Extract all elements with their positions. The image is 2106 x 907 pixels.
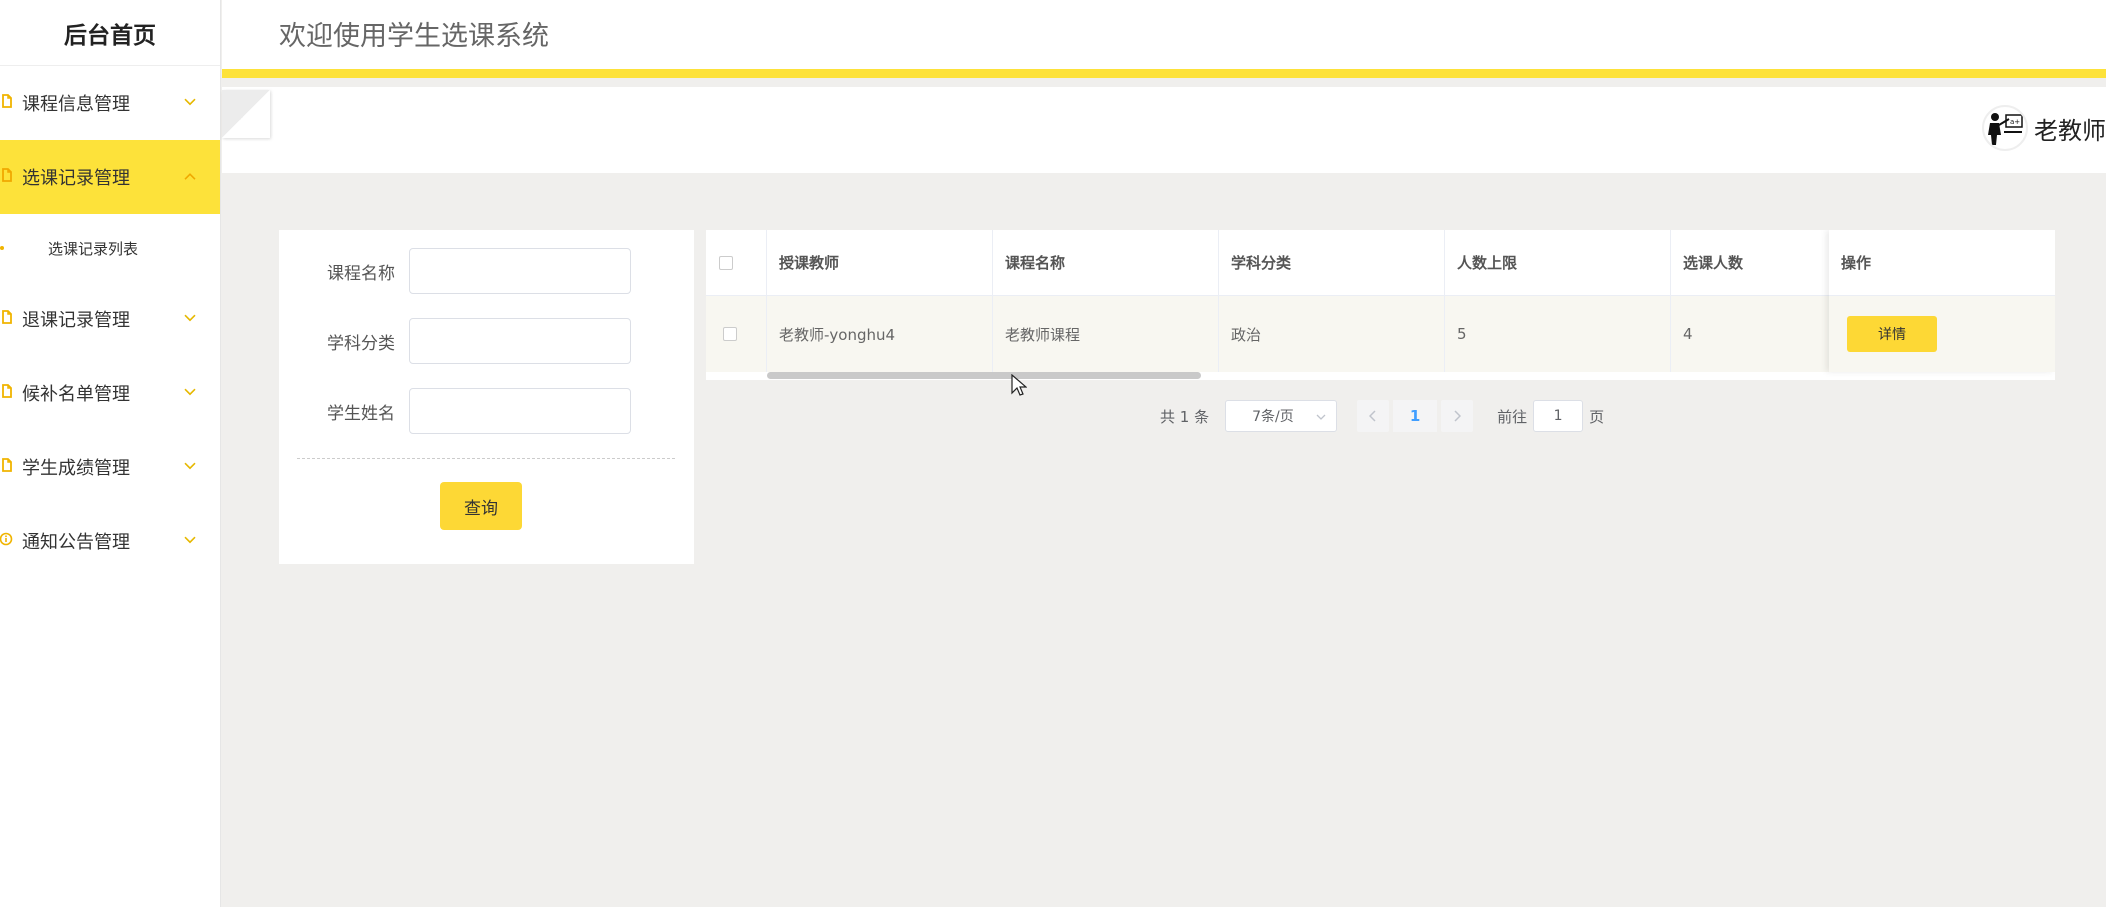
mobile-icon (0, 457, 14, 477)
total-count: 共 1 条 (1160, 407, 1210, 426)
course-name-input[interactable] (409, 248, 631, 294)
field-label: 课程名称 (327, 263, 395, 284)
chevron-down-icon (184, 94, 196, 110)
column-header[interactable]: 课程名称 (993, 230, 1219, 295)
chevron-down-icon (184, 384, 196, 400)
collapse-toggle[interactable] (222, 90, 270, 138)
sidebar-subitem-enroll-list[interactable]: 选课记录列表 (0, 214, 220, 282)
teacher-cell: 老教师-yonghu4 (767, 296, 993, 372)
student-name-input[interactable] (409, 388, 631, 434)
info-icon (0, 531, 14, 551)
sidebar-item-enroll-records[interactable]: 选课记录管理 (0, 140, 220, 214)
search-panel: 课程名称 学科分类 学生姓名 查询 (279, 230, 694, 564)
category-input[interactable] (409, 318, 631, 364)
column-header[interactable]: 授课教师 (767, 230, 993, 295)
next-page-button[interactable] (1441, 400, 1474, 432)
fixed-action-column: 操作 详情 (1829, 230, 2055, 372)
divider (297, 458, 675, 459)
prev-page-button[interactable] (1357, 400, 1390, 432)
select-all-checkbox[interactable] (719, 255, 733, 270)
action-cell: 详情 (1829, 296, 2055, 372)
svg-text:a+: a+ (2010, 118, 2020, 126)
records-table: 授课教师 课程名称 学科分类 人数上限 选课人数 老教师-yonghu4 老教师… (706, 230, 2055, 380)
mobile-icon (0, 93, 14, 113)
user-menu[interactable]: a+ 老教师 (1982, 105, 2106, 151)
goto-label: 前往 (1497, 407, 1528, 426)
field-label: 学科分类 (327, 333, 395, 354)
sidebar-item-label: 学生成绩管理 (22, 458, 130, 479)
mobile-icon (0, 167, 14, 187)
goto-page-input[interactable] (1533, 400, 1584, 432)
page-jumper: 前往 页 (1497, 400, 1604, 432)
limit-cell: 5 (1445, 296, 1671, 372)
sidebar-subitem-label: 选课记录列表 (48, 239, 139, 258)
chevron-down-icon (1316, 408, 1326, 424)
pager-controls: 1 (1357, 400, 1474, 432)
course-cell: 老教师课程 (993, 296, 1219, 372)
chevron-up-icon (184, 168, 196, 184)
category-cell: 政治 (1219, 296, 1445, 372)
sidebar-item-label: 候补名单管理 (22, 384, 130, 405)
mobile-icon (0, 383, 14, 403)
sidebar-item-label: 课程信息管理 (22, 94, 130, 115)
sidebar-item-label: 通知公告管理 (22, 532, 130, 553)
sidebar-item-course-info[interactable]: 课程信息管理 (0, 66, 220, 140)
sidebar-item-label: 退课记录管理 (22, 310, 130, 331)
bullet-icon (0, 246, 4, 250)
detail-button[interactable]: 详情 (1847, 316, 1937, 352)
query-button[interactable]: 查询 (440, 482, 522, 530)
chevron-down-icon (184, 458, 196, 474)
select-all-cell (706, 230, 767, 295)
page-title: 欢迎使用学生选课系统 (279, 21, 549, 52)
sub-bar: a+ 老教师 (222, 87, 2106, 173)
column-header[interactable]: 人数上限 (1445, 230, 1671, 295)
pagination: 共 1 条 7条/页 1 前往 页 (1160, 400, 1604, 432)
sidebar-title[interactable]: 后台首页 (0, 0, 220, 66)
chevron-down-icon (184, 532, 196, 548)
column-header: 操作 (1829, 230, 2055, 296)
category-field: 学科分类 (279, 318, 694, 364)
page-suffix: 页 (1589, 407, 1605, 426)
sidebar-item-drop-records[interactable]: 退课记录管理 (0, 282, 220, 356)
sidebar-item-grades[interactable]: 学生成绩管理 (0, 430, 220, 504)
column-header[interactable]: 学科分类 (1219, 230, 1445, 295)
page-size-select[interactable]: 7条/页 (1225, 400, 1338, 432)
sidebar-item-label: 选课记录管理 (22, 168, 130, 189)
page-size-value: 7条/页 (1252, 409, 1294, 425)
username: 老教师 (2034, 116, 2106, 145)
mobile-icon (0, 309, 14, 329)
course-name-field: 课程名称 (279, 248, 694, 294)
row-select-cell (706, 296, 767, 372)
mouse-cursor-icon (1011, 374, 1027, 396)
field-label: 学生姓名 (327, 403, 395, 424)
top-header: 欢迎使用学生选课系统 (222, 0, 2106, 78)
chevron-down-icon (184, 310, 196, 326)
sidebar: 后台首页 课程信息管理 选课记录管理 选课记录列表 退课记录管理 候补名单管理 … (0, 0, 221, 907)
student-name-field: 学生姓名 (279, 388, 694, 434)
sidebar-menu: 课程信息管理 选课记录管理 选课记录列表 退课记录管理 候补名单管理 学生成绩管… (0, 66, 220, 578)
row-checkbox[interactable] (723, 327, 737, 341)
sidebar-item-notices[interactable]: 通知公告管理 (0, 504, 220, 578)
teacher-avatar-icon: a+ (1982, 105, 2028, 151)
page-number[interactable]: 1 (1393, 400, 1438, 432)
sidebar-item-waitlist[interactable]: 候补名单管理 (0, 356, 220, 430)
horizontal-scrollbar[interactable] (767, 372, 1201, 379)
